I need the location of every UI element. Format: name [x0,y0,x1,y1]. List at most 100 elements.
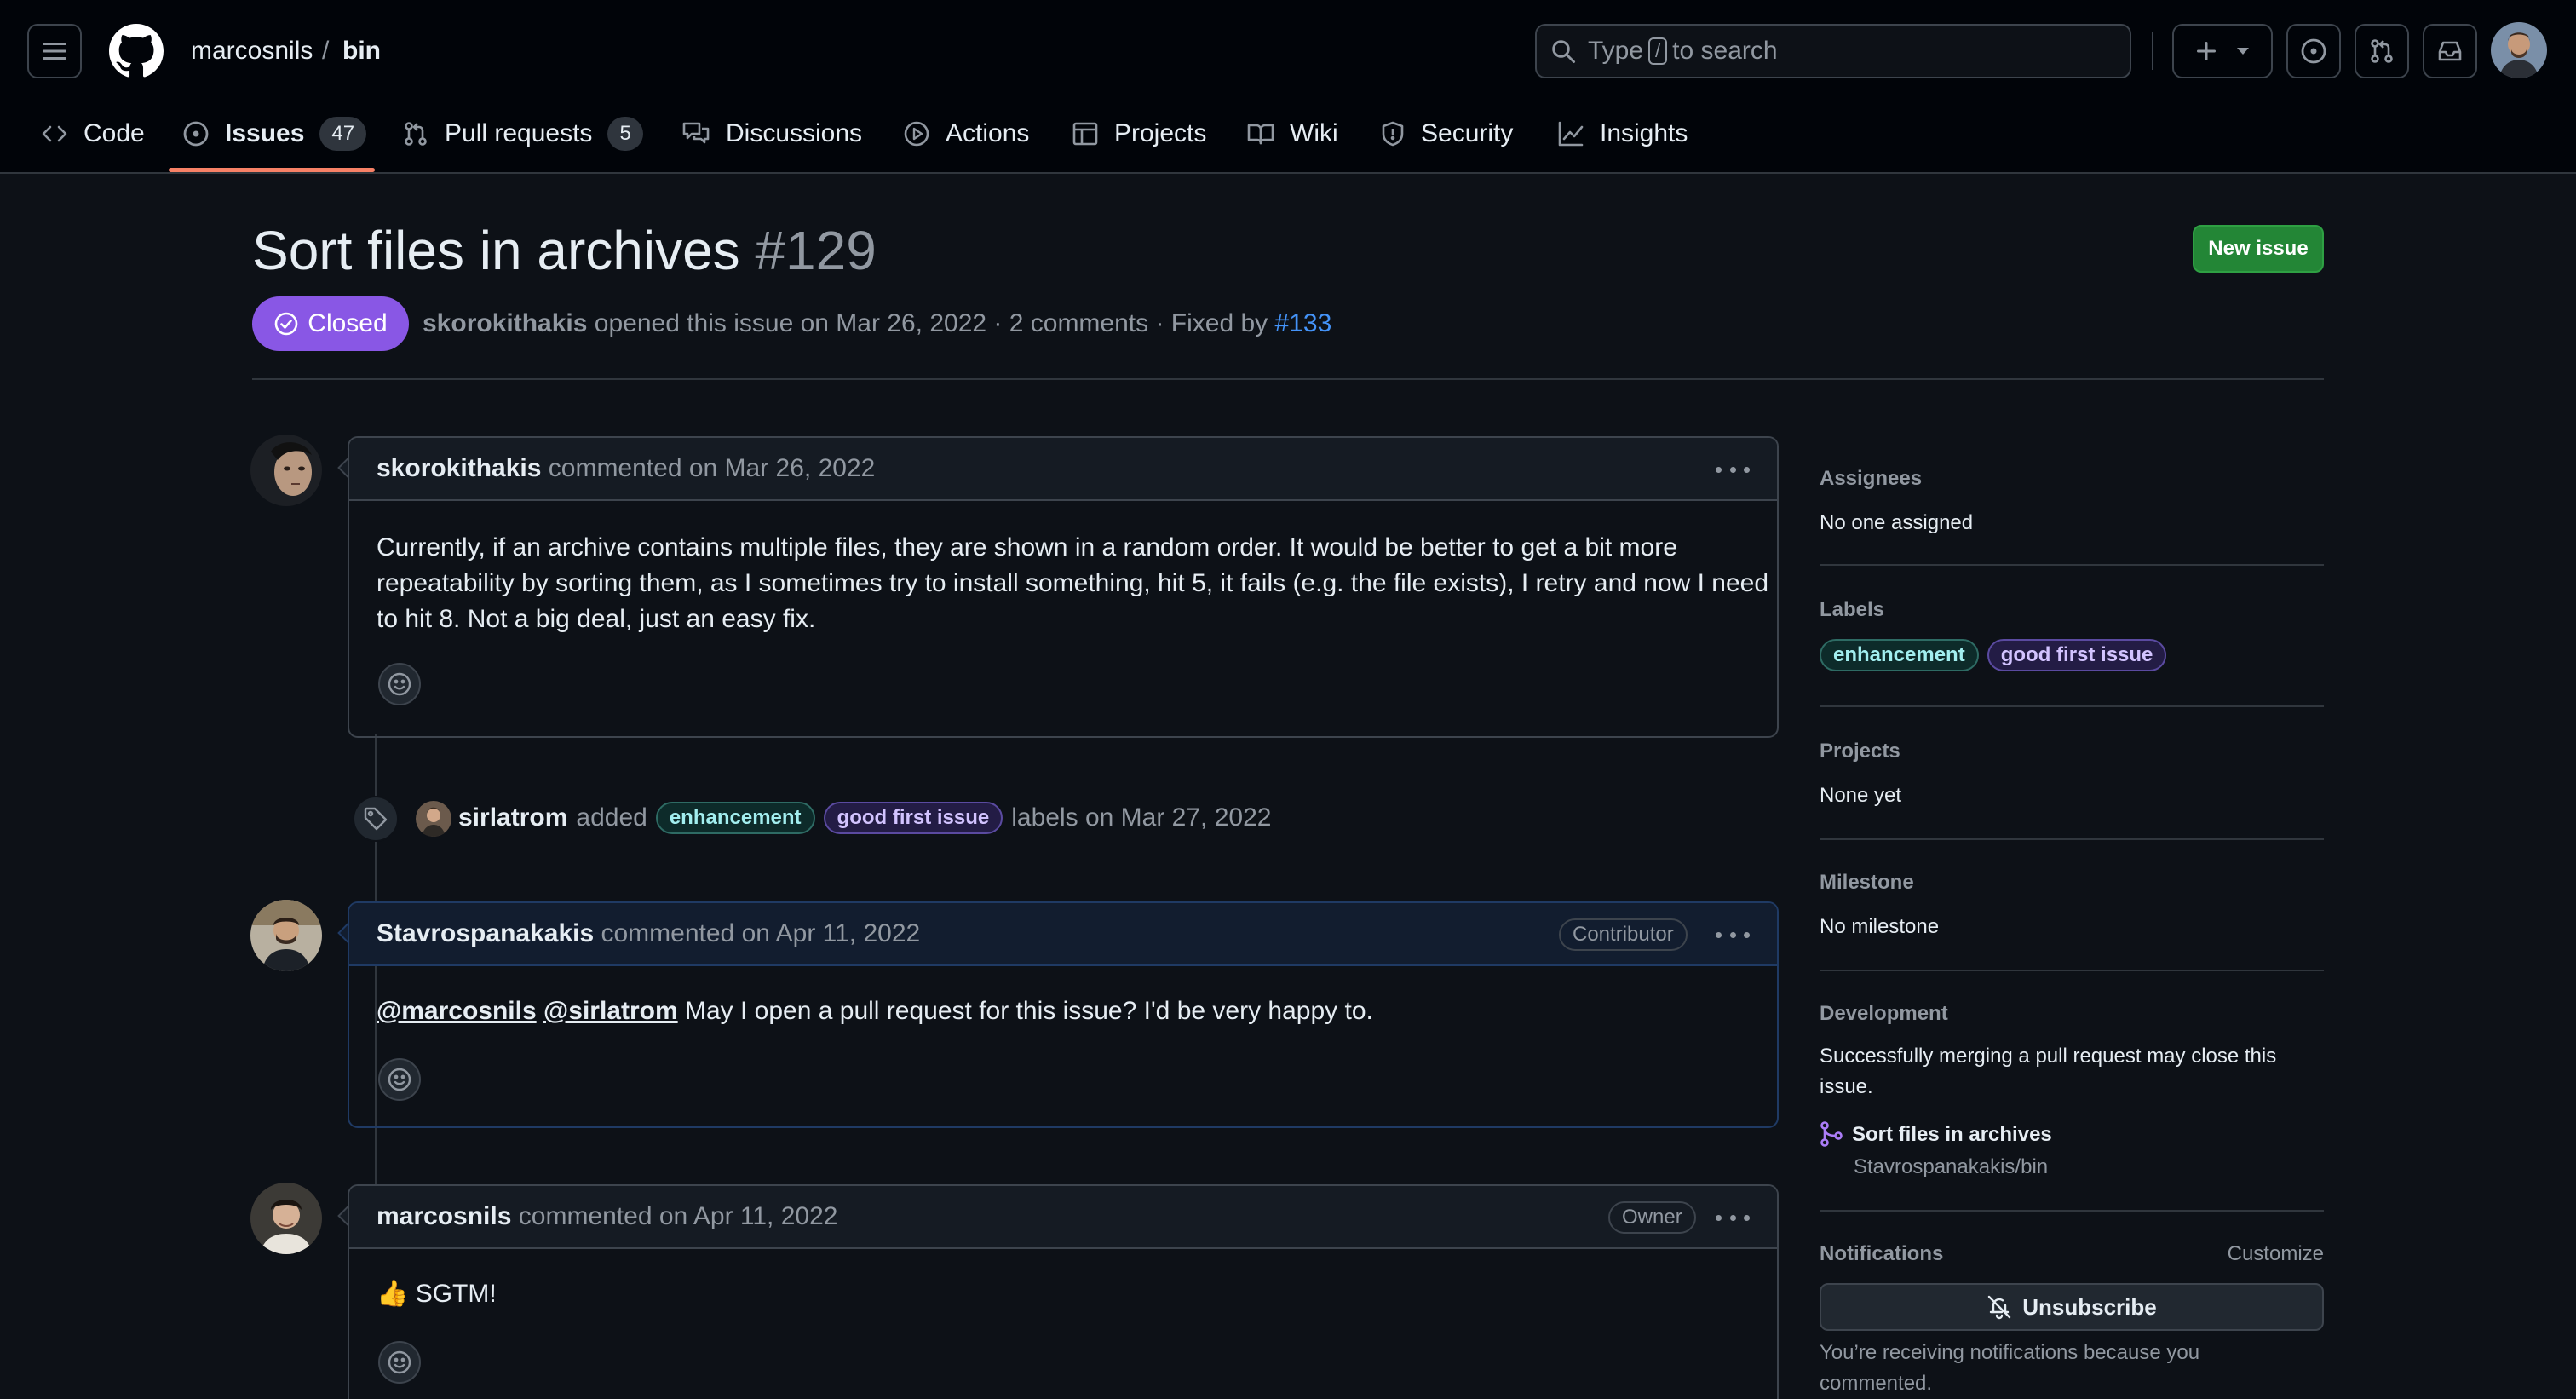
comment-author[interactable]: Stavrospanakakis [377,919,594,948]
linked-pr-repo: Stavrospanakakis/bin [1854,1155,2049,1178]
labels-heading[interactable]: Labels [1820,598,1884,622]
mention-link[interactable]: @marcosnils [377,997,537,1025]
comment-author[interactable]: marcosnils [377,1202,511,1231]
comment-date[interactable]: commented on Apr 11, 2022 [519,1202,838,1231]
comment-header: skorokithakis commented on Mar 26, 2022 [349,438,1777,501]
comment-discussion-icon [682,122,710,144]
issue-state-badge: Closed [252,296,409,351]
comment-options-button[interactable] [1716,457,1750,482]
tab-insights[interactable]: Insights [1557,106,1688,162]
add-reaction-button[interactable] [378,1058,421,1101]
smiley-icon [388,672,411,696]
development-text: Successfully merging a pull request may … [1820,1041,2276,1103]
comment-date[interactable]: commented on Mar 26, 2022 [549,454,876,483]
issue-author-link[interactable]: skorokithakis [423,309,587,337]
event-action: added [576,803,647,832]
unsubscribe-label: Unsubscribe [2022,1293,2157,1320]
thumbs-up-icon: 👍 [377,1280,409,1308]
tab-pull-requests-label: Pull requests [445,119,593,147]
tab-issues[interactable]: Issues 47 [182,106,367,162]
header-divider [2152,32,2153,70]
add-reaction-button[interactable] [378,1341,421,1384]
hamburger-icon [43,43,66,60]
comment-author-avatar[interactable] [250,900,322,971]
tab-wiki[interactable]: Wiki [1247,106,1338,162]
breadcrumb-owner[interactable]: marcosnils [191,34,313,68]
comment-box: marcosnils commented on Apr 11, 2022 Own… [348,1184,1779,1399]
label-enhancement[interactable]: enhancement [655,802,815,834]
smiley-icon [388,1350,411,1374]
pull-requests-shortcut-button[interactable] [2355,24,2409,78]
event-suffix[interactable]: labels on Mar 27, 2022 [1011,803,1271,832]
notifications-heading: Notifications [1820,1242,1944,1265]
tab-code[interactable]: Code [41,106,145,162]
breadcrumb-separator: / [322,37,330,65]
comment-header: marcosnils commented on Apr 11, 2022 [349,1186,1777,1249]
play-icon [904,121,929,147]
label-good-first-issue[interactable]: good first issue [1987,639,2167,671]
tab-code-label: Code [83,119,145,147]
inbox-button[interactable] [2423,24,2477,78]
tab-actions[interactable]: Actions [903,106,1029,162]
projects-value: None yet [1820,784,1902,807]
tab-discussions[interactable]: Discussions [681,106,862,162]
comment-author-avatar[interactable] [250,435,322,506]
code-icon [42,125,67,142]
tab-security[interactable]: Security [1380,106,1513,162]
table-icon [1072,122,1098,146]
owner-badge: Owner [1608,1201,1696,1234]
issue-title: Sort files in archives #129 [252,215,877,286]
customize-link[interactable]: Customize [2228,1242,2324,1266]
development-heading[interactable]: Development [1820,1002,1948,1026]
new-issue-button[interactable]: New issue [2193,225,2324,273]
search-input[interactable]: Type / to search [1535,24,2131,78]
notification-reason: You’re receiving notifications because y… [1820,1338,2199,1399]
sidebar-divider [1820,705,2324,707]
breadcrumb-repo[interactable]: bin [342,34,381,68]
comment-text: May I open a pull request for this issue… [685,997,1373,1025]
milestone-heading[interactable]: Milestone [1820,871,1914,895]
issue-opened-text: opened this issue on Mar 26, 2022 · 2 co… [594,309,1268,337]
bell-slash-icon [1988,1295,2011,1320]
add-reaction-button[interactable] [378,663,421,705]
github-logo-icon[interactable] [109,24,164,78]
label-event-icon-wrap [353,796,399,842]
mention-link[interactable]: @sirlatrom [543,997,678,1025]
comment-line: to hit 8. Not a big deal, just an easy f… [377,605,816,633]
create-new-button[interactable] [2172,24,2273,78]
event-actor-avatar[interactable] [416,801,451,837]
comment-line: Currently, if an archive contains multip… [377,533,1677,561]
git-merge-icon [1820,1121,1843,1147]
tab-insights-label: Insights [1600,119,1688,147]
comment-box: skorokithakis commented on Mar 26, 2022 … [348,436,1779,738]
label-enhancement[interactable]: enhancement [1820,639,1979,671]
search-shortcut-key: / [1648,37,1668,65]
user-avatar[interactable] [2491,22,2547,78]
linked-pr-title[interactable]: Sort files in archives [1852,1120,2052,1150]
fixed-by-link[interactable]: #133 [1275,309,1332,337]
label-good-first-issue[interactable]: good first issue [823,802,1003,834]
tab-discussions-label: Discussions [726,119,863,147]
comment-options-button[interactable] [1716,922,1750,947]
tab-projects[interactable]: Projects [1072,106,1206,162]
assignees-heading[interactable]: Assignees [1820,467,1922,491]
title-divider [252,378,2324,380]
comment-options-button[interactable] [1716,1205,1750,1230]
menu-button[interactable] [27,24,82,78]
tab-issues-label: Issues [225,119,305,147]
unsubscribe-button[interactable]: Unsubscribe [1820,1283,2324,1331]
comment-date[interactable]: commented on Apr 11, 2022 [601,919,921,948]
issues-shortcut-button[interactable] [2286,24,2341,78]
tab-pull-requests[interactable]: Pull requests 5 [402,106,643,162]
comment-text: SGTM! [415,1280,497,1308]
comment-author-avatar[interactable] [250,1183,322,1254]
event-actor[interactable]: sirlatrom [458,803,567,832]
projects-heading[interactable]: Projects [1820,740,1900,763]
tab-security-label: Security [1421,119,1514,147]
shield-icon [1382,121,1404,147]
sidebar-divider [1820,838,2324,840]
comment-author[interactable]: skorokithakis [377,454,541,483]
issue-closed-icon [274,312,298,336]
notification-line: You’re receiving notifications because y… [1820,1341,2200,1364]
linked-pull-request[interactable] [1820,1121,1843,1147]
